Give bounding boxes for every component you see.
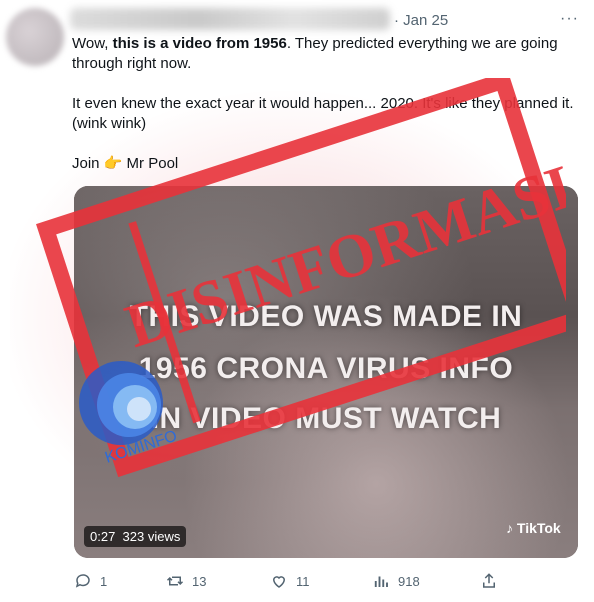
bar-chart-icon xyxy=(374,576,388,587)
retweet-button[interactable]: 13 xyxy=(166,572,206,590)
author-name-blurred[interactable] xyxy=(70,8,390,30)
share-icon xyxy=(483,573,495,588)
views-button[interactable]: 918 xyxy=(372,572,420,590)
more-options-icon[interactable]: ··· xyxy=(560,10,579,28)
reply-button[interactable]: 1 xyxy=(74,572,107,590)
video-duration-badge: 0:27 323 views xyxy=(84,526,187,547)
tiktok-watermark: ♪ TikTok xyxy=(506,520,561,536)
avatar[interactable] xyxy=(6,8,64,66)
disinformasi-stamp: DISINFORMASI KOMINFO xyxy=(36,78,566,478)
tweet-actions-bar: 1 13 11 918 xyxy=(0,572,594,596)
tweet-paragraph-1: Wow, this is a video from 1956. They pre… xyxy=(72,35,558,72)
tweet-date[interactable]: · Jan 25 xyxy=(394,12,448,29)
share-button[interactable] xyxy=(480,572,498,590)
like-button[interactable]: 11 xyxy=(270,572,310,590)
reply-icon xyxy=(75,574,90,588)
heart-icon xyxy=(272,576,286,588)
retweet-icon xyxy=(166,576,184,586)
